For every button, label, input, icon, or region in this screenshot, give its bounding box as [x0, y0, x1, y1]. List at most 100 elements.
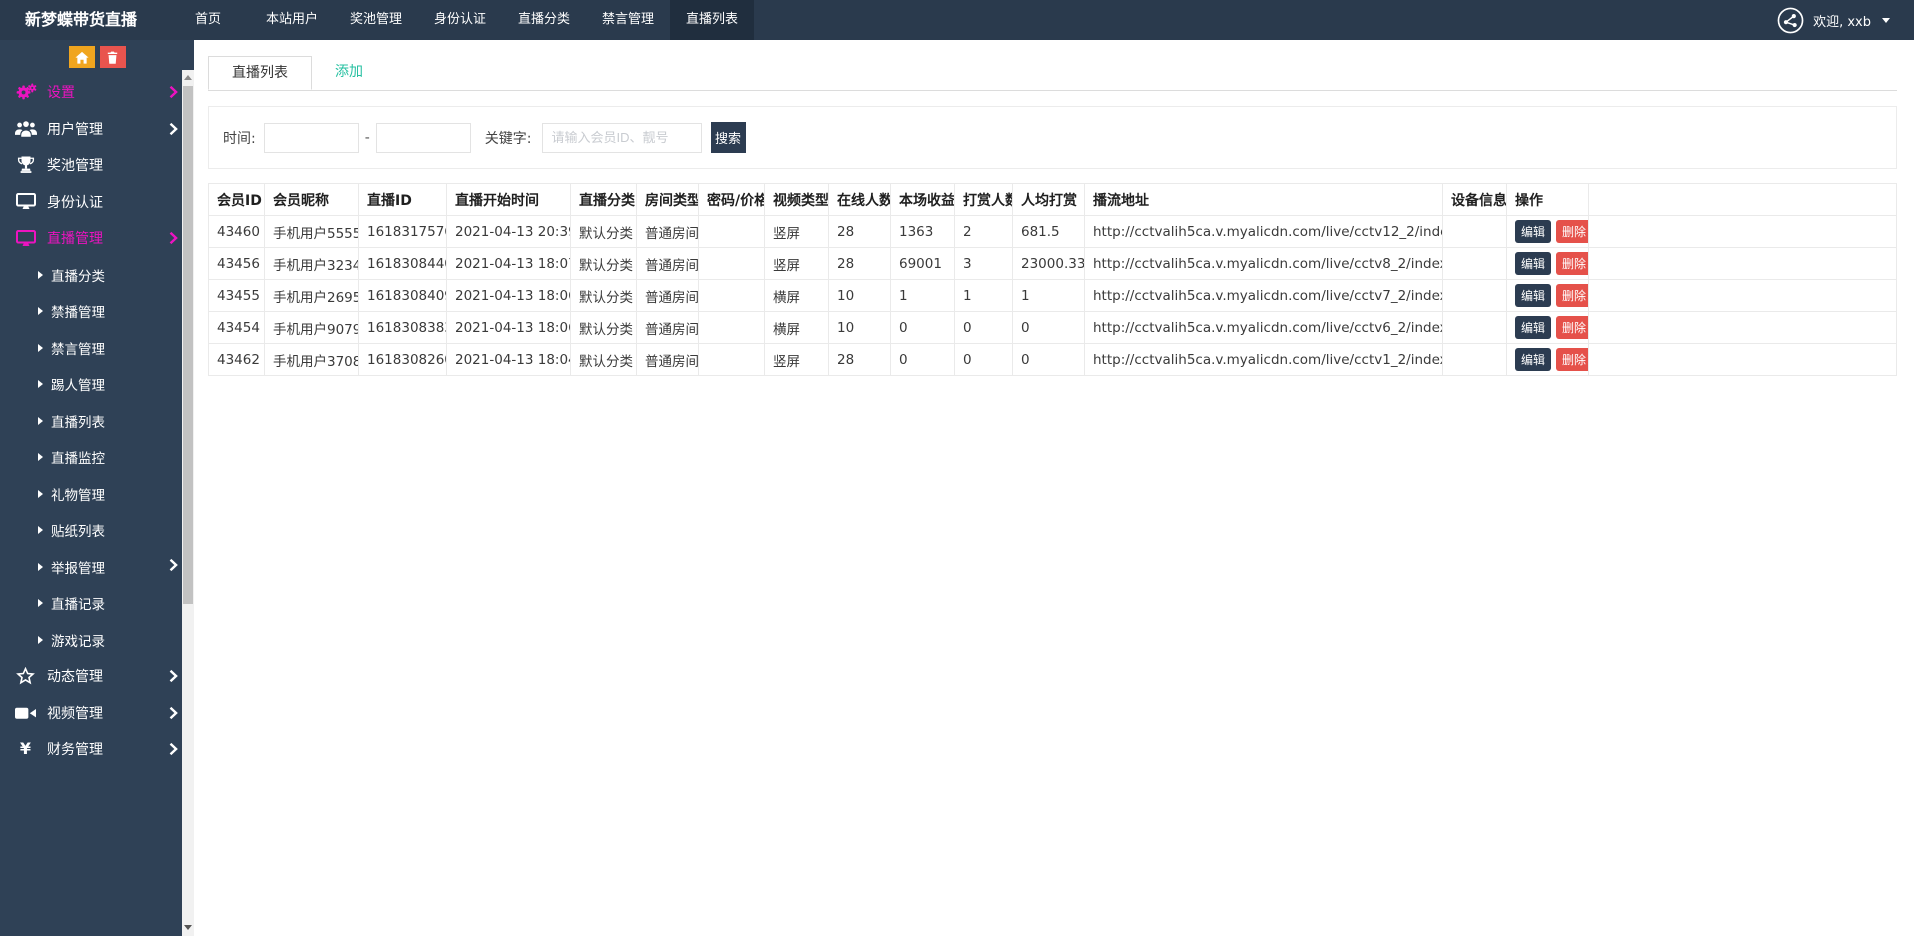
scroll-down-arrow[interactable] — [182, 920, 194, 934]
top-nav-identity-verify[interactable]: 身份认证 — [418, 0, 502, 40]
table-cell — [1443, 280, 1507, 312]
spacer-cell — [1589, 312, 1897, 344]
table-cell: 43455 — [209, 280, 265, 312]
chevron-right-icon — [169, 85, 178, 99]
sidebar-item-video-management[interactable]: 视频管理 — [0, 695, 194, 732]
table-cell: 23000.33 — [1013, 248, 1085, 280]
gears-icon — [12, 83, 39, 101]
search-button[interactable]: 搜索 — [711, 122, 746, 153]
sidebar-item-label: 直播管理 — [47, 228, 169, 248]
column-header: 会员昵称 — [265, 184, 359, 216]
share-network-icon[interactable] — [1777, 7, 1804, 34]
users-icon — [12, 120, 39, 137]
time-label: 时间: — [223, 128, 256, 148]
triangle-right-icon — [38, 526, 43, 534]
table-cell: 竖屏 — [765, 344, 829, 376]
table-cell: 横屏 — [765, 280, 829, 312]
sidebar-subitem-sticker-list[interactable]: 贴纸列表 — [0, 512, 194, 549]
sidebar-subitem-report-management[interactable]: 举报管理 — [0, 549, 194, 586]
sidebar-item-identity-auth[interactable]: 身份认证 — [0, 184, 194, 221]
edit-button[interactable]: 编辑 — [1515, 220, 1551, 243]
sidebar-subitem-mute-management[interactable]: 禁言管理 — [0, 330, 194, 367]
table-cell: 1618308383 — [359, 312, 447, 344]
table-cell: 默认分类 — [571, 216, 637, 248]
sidebar-subitem-kick-management[interactable]: 踢人管理 — [0, 366, 194, 403]
edit-button[interactable]: 编辑 — [1515, 284, 1551, 307]
sidebar-subitem-live-record[interactable]: 直播记录 — [0, 585, 194, 622]
welcome-text[interactable]: 欢迎, xxb — [1813, 11, 1871, 30]
edit-button[interactable]: 编辑 — [1515, 316, 1551, 339]
sidebar-subitem-game-record[interactable]: 游戏记录 — [0, 622, 194, 659]
table-cell — [1443, 216, 1507, 248]
sidebar-item-moments-management[interactable]: 动态管理 — [0, 658, 194, 695]
sidebar-item-prize-pool-management[interactable]: 奖池管理 — [0, 147, 194, 184]
table-cell: 0 — [955, 344, 1013, 376]
actions-cell: 编辑删除 — [1507, 248, 1589, 280]
sidebar-item-live-management[interactable]: 直播管理 — [0, 220, 194, 257]
sidebar-item-settings[interactable]: 设置 — [0, 74, 194, 111]
table-cell: 28 — [829, 344, 891, 376]
trash-button[interactable] — [100, 46, 126, 68]
table-cell — [699, 312, 765, 344]
table-cell: 43460 — [209, 216, 265, 248]
scrollbar-thumb[interactable] — [183, 86, 193, 604]
sidebar: 设置用户管理奖池管理身份认证直播管理直播分类禁播管理禁言管理踢人管理直播列表直播… — [0, 40, 194, 936]
delete-button[interactable]: 删除 — [1556, 316, 1588, 339]
sidebar-item-label: 视频管理 — [47, 703, 169, 723]
triangle-right-icon — [38, 636, 43, 644]
table-cell: 普通房间 — [637, 280, 699, 312]
topbar: 新梦蝶带货直播 首页本站用户奖池管理身份认证直播分类禁言管理直播列表 欢迎, x… — [0, 0, 1914, 40]
triangle-right-icon — [38, 563, 43, 571]
sidebar-subitem-ban-broadcast[interactable]: 禁播管理 — [0, 293, 194, 330]
edit-button[interactable]: 编辑 — [1515, 348, 1551, 371]
column-header: 设备信息 — [1443, 184, 1507, 216]
spacer-cell — [1589, 280, 1897, 312]
sidebar-subitem-gift-management[interactable]: 礼物管理 — [0, 476, 194, 513]
table-body: 43460手机用户555516183175762021-04-13 20:39默… — [209, 216, 1897, 376]
table-cell: 1 — [1013, 280, 1085, 312]
time-to-input[interactable] — [376, 123, 471, 153]
column-header: 直播开始时间 — [447, 184, 571, 216]
top-nav-site-users[interactable]: 本站用户 — [250, 0, 334, 40]
sidebar-subitem-label: 贴纸列表 — [51, 520, 178, 540]
delete-button[interactable]: 删除 — [1556, 284, 1588, 307]
table-cell: 默认分类 — [571, 344, 637, 376]
delete-button[interactable]: 删除 — [1556, 252, 1588, 275]
column-header: 视频类型 — [765, 184, 829, 216]
top-nav-prize-pool[interactable]: 奖池管理 — [334, 0, 418, 40]
sidebar-subitem-live-category[interactable]: 直播分类 — [0, 257, 194, 294]
top-nav-live-list[interactable]: 直播列表 — [670, 0, 754, 40]
content-tabs: 直播列表 添加 — [208, 56, 1897, 91]
chevron-right-icon — [169, 669, 178, 683]
tab-live-list[interactable]: 直播列表 — [208, 56, 312, 90]
sidebar-item-finance-management[interactable]: ¥财务管理 — [0, 731, 194, 768]
table-cell: 28 — [829, 248, 891, 280]
star-icon — [12, 667, 39, 685]
time-from-input[interactable] — [264, 123, 359, 153]
delete-button[interactable]: 删除 — [1556, 348, 1588, 371]
column-header: 人均打赏 — [1013, 184, 1085, 216]
chevron-right-icon — [169, 742, 178, 756]
scroll-up-arrow[interactable] — [182, 70, 194, 84]
home-button[interactable] — [69, 46, 95, 68]
column-header: 直播ID — [359, 184, 447, 216]
top-nav-home[interactable]: 首页 — [166, 0, 250, 40]
table-cell: 43454 — [209, 312, 265, 344]
delete-button[interactable]: 删除 — [1556, 220, 1588, 243]
top-nav-mute-management[interactable]: 禁言管理 — [586, 0, 670, 40]
triangle-down-icon — [184, 925, 192, 930]
table-cell: 1618308260 — [359, 344, 447, 376]
sidebar-subitem-live-monitor[interactable]: 直播监控 — [0, 439, 194, 476]
edit-button[interactable]: 编辑 — [1515, 252, 1551, 275]
keyword-input[interactable] — [542, 123, 702, 153]
sidebar-subitem-label: 禁言管理 — [51, 338, 178, 358]
top-nav-live-category[interactable]: 直播分类 — [502, 0, 586, 40]
spacer-cell — [1589, 248, 1897, 280]
triangle-right-icon — [38, 599, 43, 607]
table-cell: 2021-04-13 18:06 — [447, 312, 571, 344]
table-cell: 普通房间 — [637, 216, 699, 248]
sidebar-item-user-management[interactable]: 用户管理 — [0, 111, 194, 148]
tab-add[interactable]: 添加 — [312, 56, 386, 90]
sidebar-subitem-live-list[interactable]: 直播列表 — [0, 403, 194, 440]
caret-down-icon[interactable] — [1882, 18, 1890, 23]
